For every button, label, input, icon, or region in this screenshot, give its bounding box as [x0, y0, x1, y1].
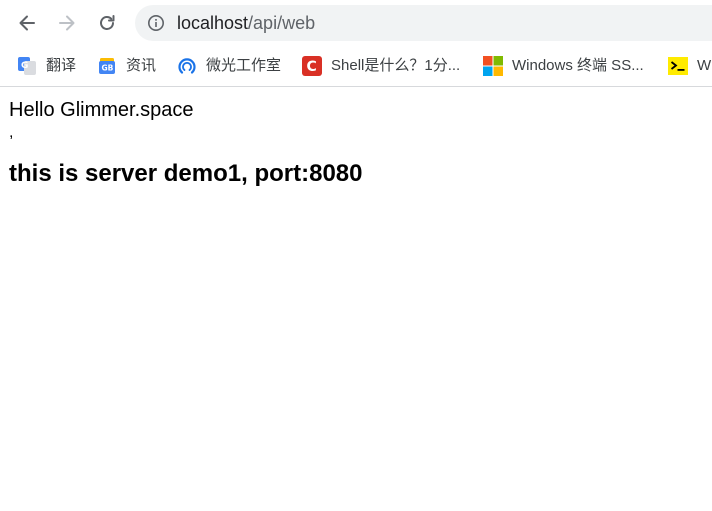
bookmark-translate[interactable]: G 翻译	[17, 54, 76, 78]
page-heading: this is server demo1, port:8080	[9, 160, 363, 187]
svg-text:GB: GB	[102, 64, 114, 73]
bookmark-label: 资讯	[126, 57, 157, 74]
forward-button[interactable]	[53, 9, 81, 37]
microlight-studio-icon	[177, 56, 197, 76]
bookmark-windows-terminal[interactable]: Windows 终端 SS...	[483, 54, 644, 78]
terminal-icon	[668, 56, 688, 76]
bookmark-label: 翻译	[46, 57, 77, 74]
svg-text:G: G	[21, 61, 28, 71]
forward-arrow-icon	[59, 15, 75, 31]
bookmark-label: W	[697, 57, 712, 74]
page-content: Hello Glimmer.space , this is server dem…	[9, 97, 699, 189]
c-logo-icon: C	[302, 56, 322, 76]
url-text[interactable]: localhost/api/web	[177, 12, 315, 34]
reload-icon	[100, 15, 115, 30]
comma-text: ,	[9, 124, 14, 141]
url-host: localhost	[177, 13, 249, 33]
google-translate-icon: G	[17, 56, 37, 76]
google-news-icon: GB	[97, 56, 117, 76]
url-path: /api/web	[248, 13, 316, 33]
bookmarks-bar: G 翻译 GB 资讯 微光工作室 C Shell是什么？1分... Window…	[0, 46, 712, 87]
back-button[interactable]	[13, 9, 41, 37]
svg-text:C: C	[307, 59, 317, 75]
back-arrow-icon	[19, 15, 35, 31]
address-bar[interactable]: localhost/api/web	[135, 5, 712, 41]
bookmark-label: Windows 终端 SS...	[512, 57, 644, 74]
bookmark-terminal[interactable]: W	[668, 54, 711, 78]
greeting-text: Hello Glimmer.space	[9, 99, 194, 121]
bookmark-label: Shell是什么？1分...	[331, 57, 461, 74]
reload-button[interactable]	[93, 9, 121, 37]
bookmark-microlight[interactable]: 微光工作室	[177, 54, 281, 78]
bookmark-label: 微光工作室	[206, 57, 282, 74]
bookmark-shell[interactable]: C Shell是什么？1分...	[302, 54, 460, 78]
browser-toolbar: localhost/api/web	[0, 0, 712, 46]
site-info-icon[interactable]	[147, 14, 165, 32]
windows-logo-icon	[483, 56, 503, 76]
bookmark-news[interactable]: GB 资讯	[97, 54, 156, 78]
